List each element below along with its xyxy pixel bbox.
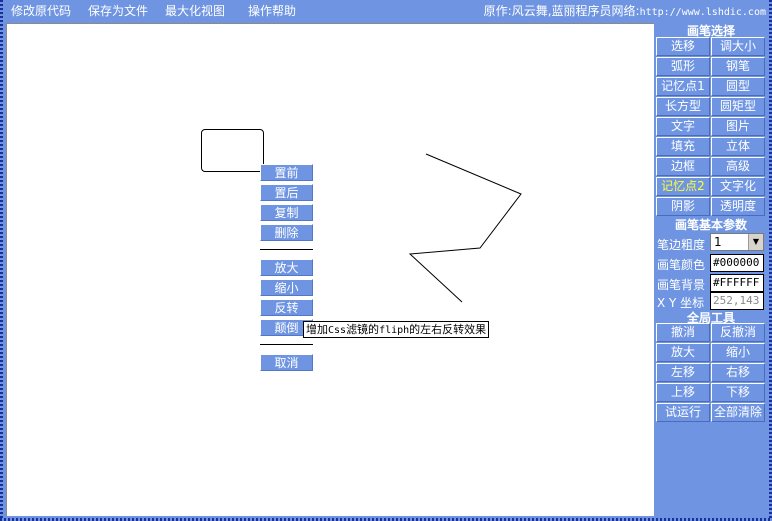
brush-button-3[interactable]: 钢笔 — [711, 57, 765, 76]
author-credit: 原作:风云舞,蓝丽程序员网络:http://www.lshdic.com — [484, 2, 766, 19]
ctx-bring-front[interactable]: 置前 — [260, 164, 313, 181]
brush-button-8[interactable]: 文字 — [656, 117, 710, 136]
tooltip-fliph-term: fliph — [379, 325, 410, 336]
menu-help[interactable]: 操作帮助 — [248, 2, 296, 19]
credit-text: 原作:风云舞,蓝丽程序员网络: — [483, 4, 640, 18]
ctx-delete[interactable]: 删除 — [260, 224, 313, 241]
tool-button-4[interactable]: 左移 — [656, 363, 710, 382]
brush-button-4[interactable]: 记忆点1 — [656, 77, 710, 96]
ctx-cancel[interactable]: 取消 — [260, 354, 313, 371]
tool-button-2[interactable]: 放大 — [656, 343, 710, 362]
tooltip-text: 的左右反转效果 — [409, 323, 487, 336]
brush-button-9[interactable]: 图片 — [711, 117, 765, 136]
frame-left-border — [0, 0, 3, 521]
tool-panel: 画笔选择 选移 调大小 弧形 钢笔 记忆点1 圆型 长方型 圆矩型 文字 图片 填充 立体 边框 高级 记忆… — [656, 21, 768, 517]
ctx-separator — [260, 344, 313, 345]
brush-button-11[interactable]: 立体 — [711, 137, 765, 156]
menu-maximize-view[interactable]: 最大化视图 — [165, 2, 225, 19]
ctx-separator — [260, 249, 313, 250]
ctx-copy[interactable]: 复制 — [260, 204, 313, 221]
tool-button-8[interactable]: 试运行 — [656, 403, 710, 422]
brush-button-7[interactable]: 圆矩型 — [711, 97, 765, 116]
brush-bg-label: 画笔背景 — [657, 278, 706, 292]
menu-save-file[interactable]: 保存为文件 — [88, 2, 148, 19]
brush-button-15[interactable]: 文字化 — [711, 177, 765, 196]
credit-url[interactable]: http://www.lshdic.com — [640, 7, 766, 18]
brush-button-0[interactable]: 选移 — [656, 37, 710, 56]
brush-button-6[interactable]: 长方型 — [656, 97, 710, 116]
brush-color-label: 画笔颜色 — [657, 258, 706, 272]
brush-bg-field[interactable]: #FFFFFF — [710, 274, 764, 292]
brush-button-17[interactable]: 透明度 — [711, 197, 765, 216]
tool-button-0[interactable]: 撤消 — [656, 323, 710, 342]
chevron-down-icon[interactable]: ▼ — [748, 234, 763, 250]
menu-edit-source[interactable]: 修改原代码 — [11, 2, 71, 19]
tool-button-9[interactable]: 全部清除 — [711, 403, 765, 422]
tool-button-5[interactable]: 右移 — [711, 363, 765, 382]
brush-button-2[interactable]: 弧形 — [656, 57, 710, 76]
tooltip-text: 滤镜的 — [346, 323, 380, 336]
brush-button-5[interactable]: 圆型 — [711, 77, 765, 96]
brush-button-16[interactable]: 阴影 — [656, 197, 710, 216]
border-width-select[interactable]: 1 ▼ — [710, 233, 764, 251]
brush-button-12[interactable]: 边框 — [656, 157, 710, 176]
ctx-flip-horizontal[interactable]: 反转 — [260, 299, 313, 316]
ctx-zoom-out[interactable]: 缩小 — [260, 279, 313, 296]
brush-button-13[interactable]: 高级 — [711, 157, 765, 176]
brush-color-field[interactable]: #000000 — [710, 254, 764, 272]
flip-tooltip: 增加Css滤镜的fliph的左右反转效果 — [303, 321, 490, 338]
tooltip-text: 增加 — [306, 323, 328, 336]
brush-button-14[interactable]: 记忆点2 — [656, 177, 710, 196]
xy-coord-field: 252,143 — [710, 292, 764, 310]
brush-button-1[interactable]: 调大小 — [711, 37, 765, 56]
brush-button-10[interactable]: 填充 — [656, 137, 710, 156]
drawing-canvas[interactable]: 置前 置后 复制 删除 放大 缩小 反转 颠倒 取消 增加Css滤镜的fliph… — [6, 23, 654, 516]
freehand-polyline[interactable] — [408, 153, 522, 303]
ctx-send-back[interactable]: 置后 — [260, 184, 313, 201]
ctx-zoom-in[interactable]: 放大 — [260, 259, 313, 276]
border-width-value: 1 — [714, 235, 722, 249]
params-section-title: 画笔基本参数 — [674, 218, 747, 232]
polyline-shape-layer — [408, 153, 522, 303]
menu-bar: 修改原代码 保存为文件 最大化视图 操作帮助 原作:风云舞,蓝丽程序员网络:ht… — [0, 0, 772, 22]
tool-button-3[interactable]: 缩小 — [711, 343, 765, 362]
tool-button-6[interactable]: 上移 — [656, 383, 710, 402]
tooltip-css-term: Css — [328, 325, 347, 336]
border-width-label: 笔边粗度 — [657, 238, 706, 252]
tool-button-1[interactable]: 反撤消 — [711, 323, 765, 342]
tool-button-7[interactable]: 下移 — [711, 383, 765, 402]
